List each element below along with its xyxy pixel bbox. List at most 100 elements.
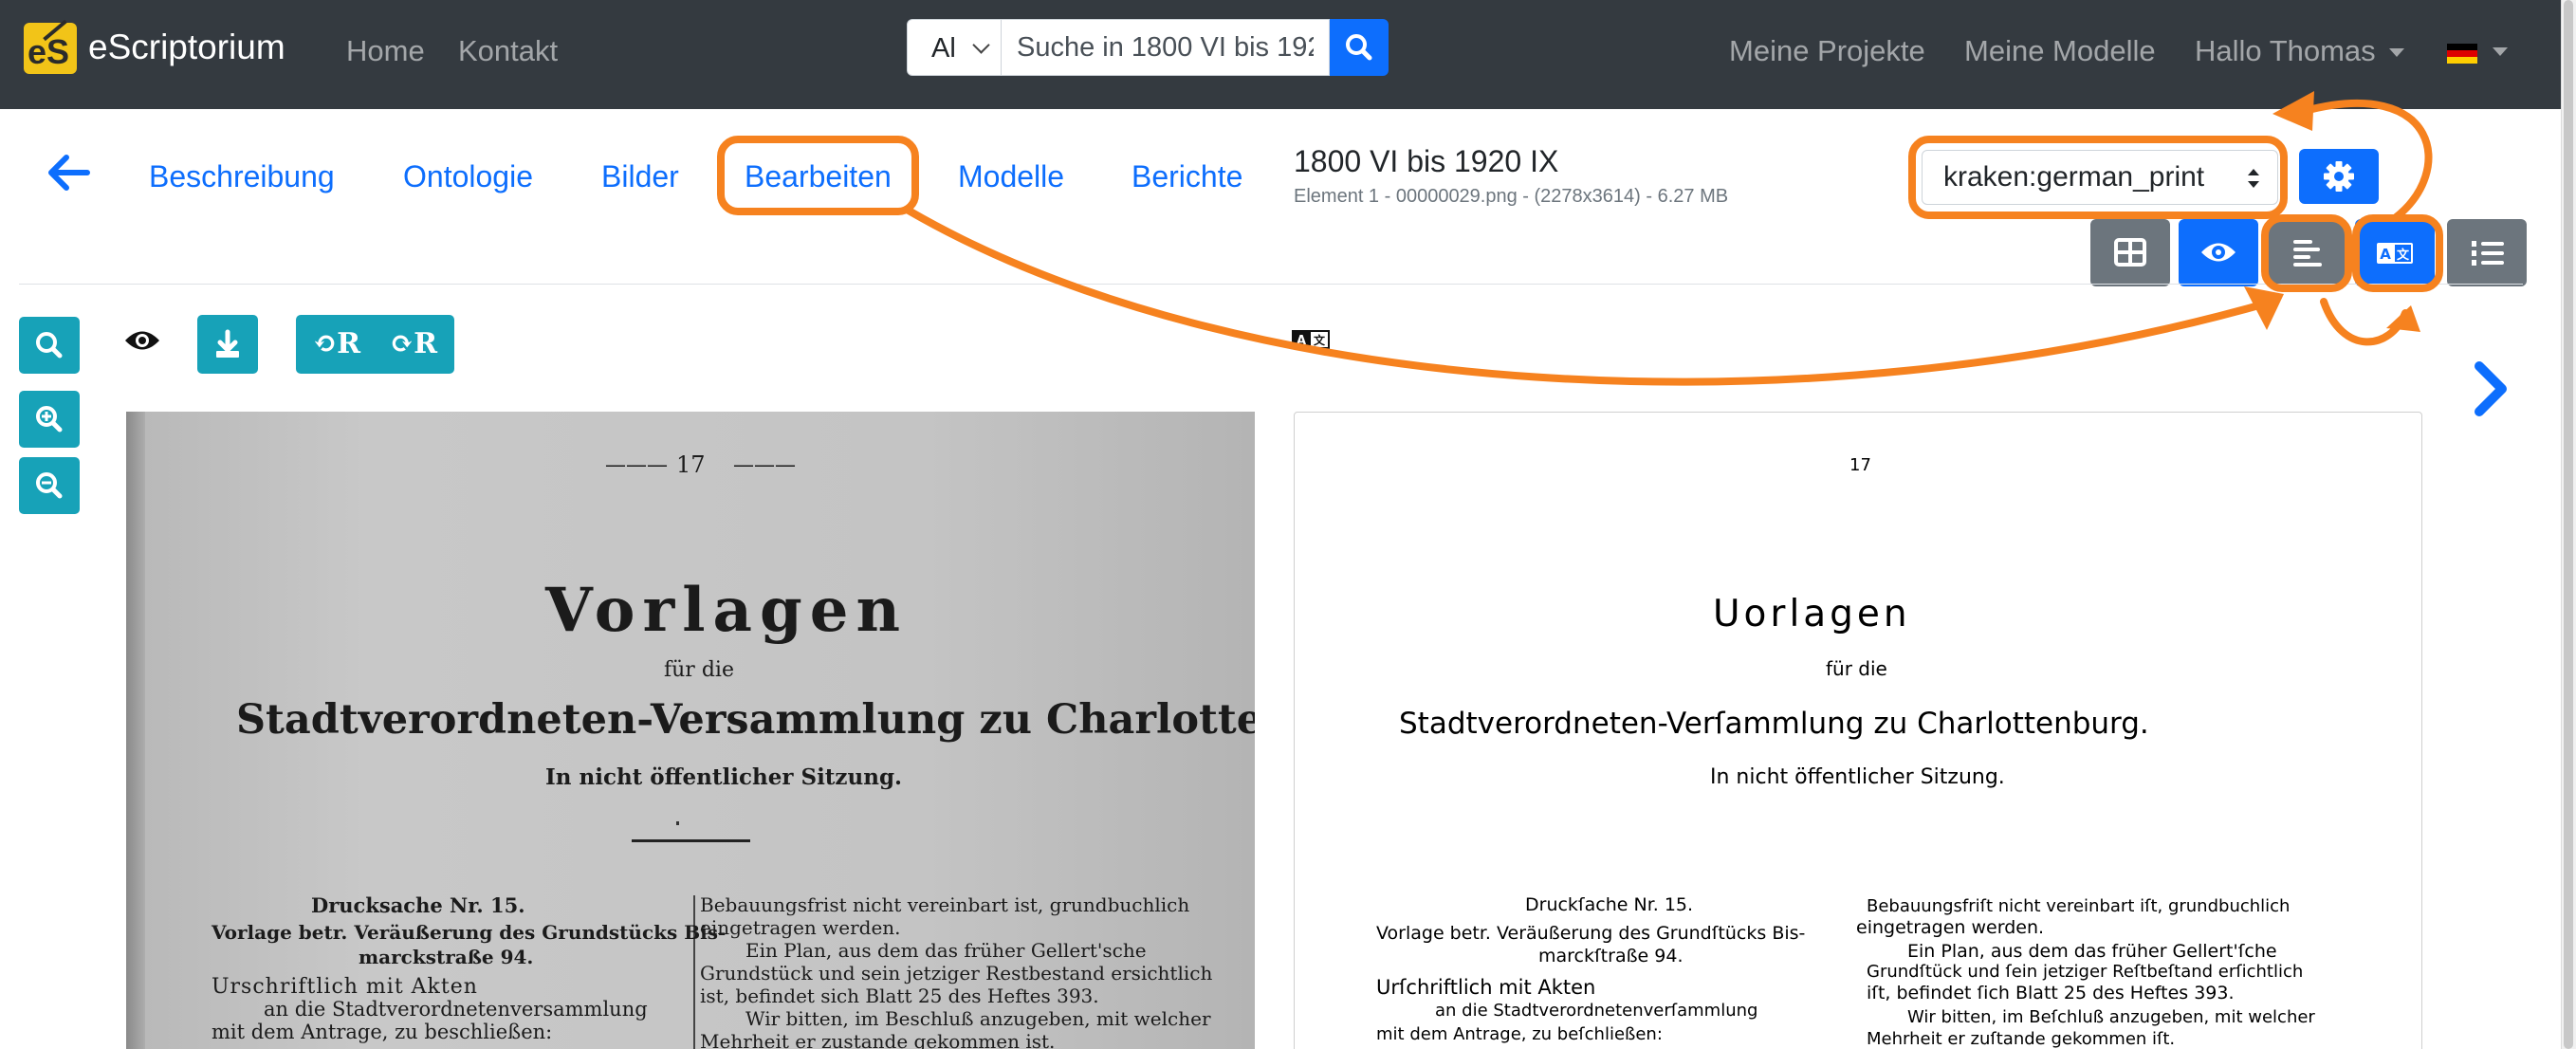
user-menu[interactable]: Hallo Thomas: [2195, 34, 2404, 68]
scan-left-line-0: Drucksache Nr. 15.: [311, 893, 525, 917]
arrow-edit-to-segmentation: [905, 207, 2276, 386]
scan-right-line-6: Mehrheit er zustande gekommen ist.: [700, 1030, 1056, 1049]
scan-fuer-die: für die: [664, 658, 734, 682]
search-input[interactable]: [1002, 19, 1330, 76]
highlight-model-select: [1908, 136, 2288, 219]
chevron-down-icon: [972, 36, 990, 54]
tab-beschreibung[interactable]: Beschreibung: [149, 159, 335, 194]
tx-right-line-0[interactable]: Bebauungsfriſt nicht vereinbart iſt, gru…: [1867, 896, 2290, 916]
tx-left-line-4[interactable]: an die Stadtverordnetenverſammlung: [1435, 1001, 1757, 1021]
tab-bilder[interactable]: Bilder: [601, 159, 679, 194]
highlight-edit-tab: [717, 136, 919, 215]
scan-title: Vorlagen: [545, 575, 908, 646]
section-divider: [19, 284, 2523, 285]
scan-subheading: In nicht öffentlicher Sitzung.: [545, 764, 903, 790]
scan-left-line-5: mit dem Antrage, zu beschließen:: [212, 1021, 553, 1043]
tx-subheading[interactable]: In nicht öffentlicher Sitzung.: [1710, 765, 2005, 789]
tab-berichte[interactable]: Berichte: [1132, 159, 1242, 194]
tx-left-line-2[interactable]: marckſtraße 94.: [1538, 946, 1684, 966]
zoom-out-button[interactable]: [19, 457, 80, 514]
toggle-source-image-button[interactable]: [2179, 219, 2258, 286]
tx-right-line-5[interactable]: Wir bitten, im Beſchluß anzugeben, mit w…: [1907, 1007, 2315, 1027]
tx-right-line-2[interactable]: Ein Plan, aus dem das früher Gellert'ſch…: [1907, 941, 2277, 962]
tx-left-line-0[interactable]: Druckſache Nr. 15.: [1525, 894, 1693, 915]
arrowhead-transcription: [2386, 305, 2420, 332]
tx-title[interactable]: Uorlagen: [1713, 593, 1911, 635]
table-icon: [2114, 238, 2146, 267]
scan-left-line-1: Vorlage betr. Veräußerung des Grundstück…: [212, 921, 727, 944]
highlight-segmentation-button: [2261, 214, 2352, 292]
scanned-page: ——— 17 ——— Vorlagen für die Stadtverordn…: [145, 412, 1255, 1049]
tx-right-line-3[interactable]: Grundſtück und ſein jetziger Reſtbeſtand…: [1867, 962, 2303, 982]
nav-my-models[interactable]: Meine Modelle: [1964, 34, 2156, 68]
eye-icon[interactable]: [123, 326, 161, 355]
scan-right-line-5: Wir bitten, im Beschluß anzugeben, mit w…: [745, 1007, 1211, 1030]
download-icon: [216, 329, 239, 358]
search-button[interactable]: [1330, 19, 1389, 76]
scan-right-line-0: Bebauungsfrist nicht vereinbart ist, gru…: [700, 893, 1190, 916]
german-flag-icon[interactable]: [2447, 44, 2477, 64]
translate-icon: A 文: [1292, 330, 1330, 349]
document-title: 1800 VI bis 1920 IX: [1294, 144, 1559, 178]
tx-heading[interactable]: Stadtverordneten-Verſammlung zu Charlott…: [1399, 707, 2149, 741]
ordered-list-icon: [2472, 241, 2504, 266]
scan-left-line-2: marckstraße 94.: [359, 946, 534, 968]
scan-dashes-right: ———: [733, 453, 796, 477]
rotate-right-icon[interactable]: ⟳R: [390, 327, 437, 360]
scan-right-line-3: Grundstück und sein jetziger Restbestand…: [700, 962, 1213, 985]
search-scope-select[interactable]: Al: [907, 19, 1002, 76]
brand-name[interactable]: eScriptorium: [88, 28, 285, 67]
search-icon: [36, 332, 63, 359]
eye-icon: [2201, 243, 2236, 262]
transcription-panel[interactable]: 17 Uorlagen für die Stadtverordneten-Ver…: [1294, 412, 2422, 1049]
escriptorium-logo-icon[interactable]: eS: [24, 19, 77, 74]
scan-rule: [632, 839, 750, 842]
tx-right-line-1[interactable]: eingetragen werden.: [1856, 917, 2044, 938]
scan-heading: Stadtverordneten-Versammlung zu Charlott…: [236, 696, 1255, 744]
zoom-in-icon: [36, 406, 63, 432]
zoom-in-button[interactable]: [19, 391, 80, 448]
zoom-button[interactable]: [19, 317, 80, 374]
search-icon: [1346, 34, 1372, 61]
tx-right-line-6[interactable]: Mehrheit er zuſtande gekommen iſt.: [1867, 1029, 2175, 1049]
tx-left-line-3[interactable]: Urſchriftlich mit Akten: [1376, 976, 1595, 999]
arrow-segmentation-to-transcription: [2320, 298, 2409, 346]
scan-dashes-left: ———: [605, 453, 668, 477]
arrowhead-segmentation: [2244, 286, 2284, 330]
chevron-right-icon[interactable]: [2472, 360, 2510, 417]
top-navbar: eS eScriptorium Home Kontakt Al Meine Pr…: [0, 0, 2561, 109]
source-image-panel[interactable]: ——— 17 ——— Vorlagen für die Stadtverordn…: [126, 412, 1255, 1049]
tab-ontologie[interactable]: Ontologie: [403, 159, 533, 194]
tab-modelle[interactable]: Modelle: [958, 159, 1064, 194]
scan-page-number: 17: [676, 451, 706, 478]
toggle-text-panel-button[interactable]: [2447, 219, 2527, 286]
caret-down-icon: [2388, 48, 2404, 58]
document-meta: Element 1 - 00000029.png - (2278x3614) -…: [1294, 186, 1729, 207]
tx-right-line-4[interactable]: iſt, befindet ſich Blatt 25 des Heftes 3…: [1867, 983, 2235, 1003]
tx-left-line-1[interactable]: Vorlage betr. Veräußerung des Grundſtück…: [1376, 923, 1805, 944]
rotate-left-icon[interactable]: ⟲R: [313, 327, 360, 360]
nav-home[interactable]: Home: [346, 34, 425, 68]
scrollbar-thumb[interactable]: [2564, 0, 2573, 1049]
gear-icon: [2324, 161, 2354, 192]
scan-left-line-3: Urschriftlich mit Akten: [212, 975, 478, 999]
svg-text:A: A: [1297, 334, 1306, 348]
rotate-button-group: ⟲R ⟳R: [296, 315, 454, 374]
scan-column-rule: [693, 895, 695, 1049]
page-edge: [126, 412, 147, 1049]
nav-my-projects[interactable]: Meine Projekte: [1729, 34, 1925, 68]
back-arrow-icon[interactable]: [46, 154, 93, 192]
zoom-out-icon: [36, 472, 63, 499]
model-settings-button[interactable]: [2299, 149, 2379, 204]
scan-right-line-1: eingetragen werden.: [700, 916, 901, 939]
scan-right-line-4: ist, befindet sich Blatt 25 des Heftes 3…: [700, 985, 1099, 1007]
language-caret-icon[interactable]: [2493, 47, 2508, 56]
tx-left-line-5[interactable]: mit dem Antrage, zu beſchließen:: [1376, 1024, 1663, 1044]
tx-page-number[interactable]: 17: [1849, 455, 1871, 475]
download-button[interactable]: [197, 315, 258, 374]
toggle-metadata-panel-button[interactable]: [2090, 219, 2170, 286]
highlight-transcription-button: [2352, 214, 2443, 292]
scan-left-line-4: an die Stadtverordnetenversammlung: [264, 998, 648, 1021]
nav-contact[interactable]: Kontakt: [458, 34, 558, 68]
tx-fuer-die[interactable]: für die: [1826, 657, 1887, 680]
